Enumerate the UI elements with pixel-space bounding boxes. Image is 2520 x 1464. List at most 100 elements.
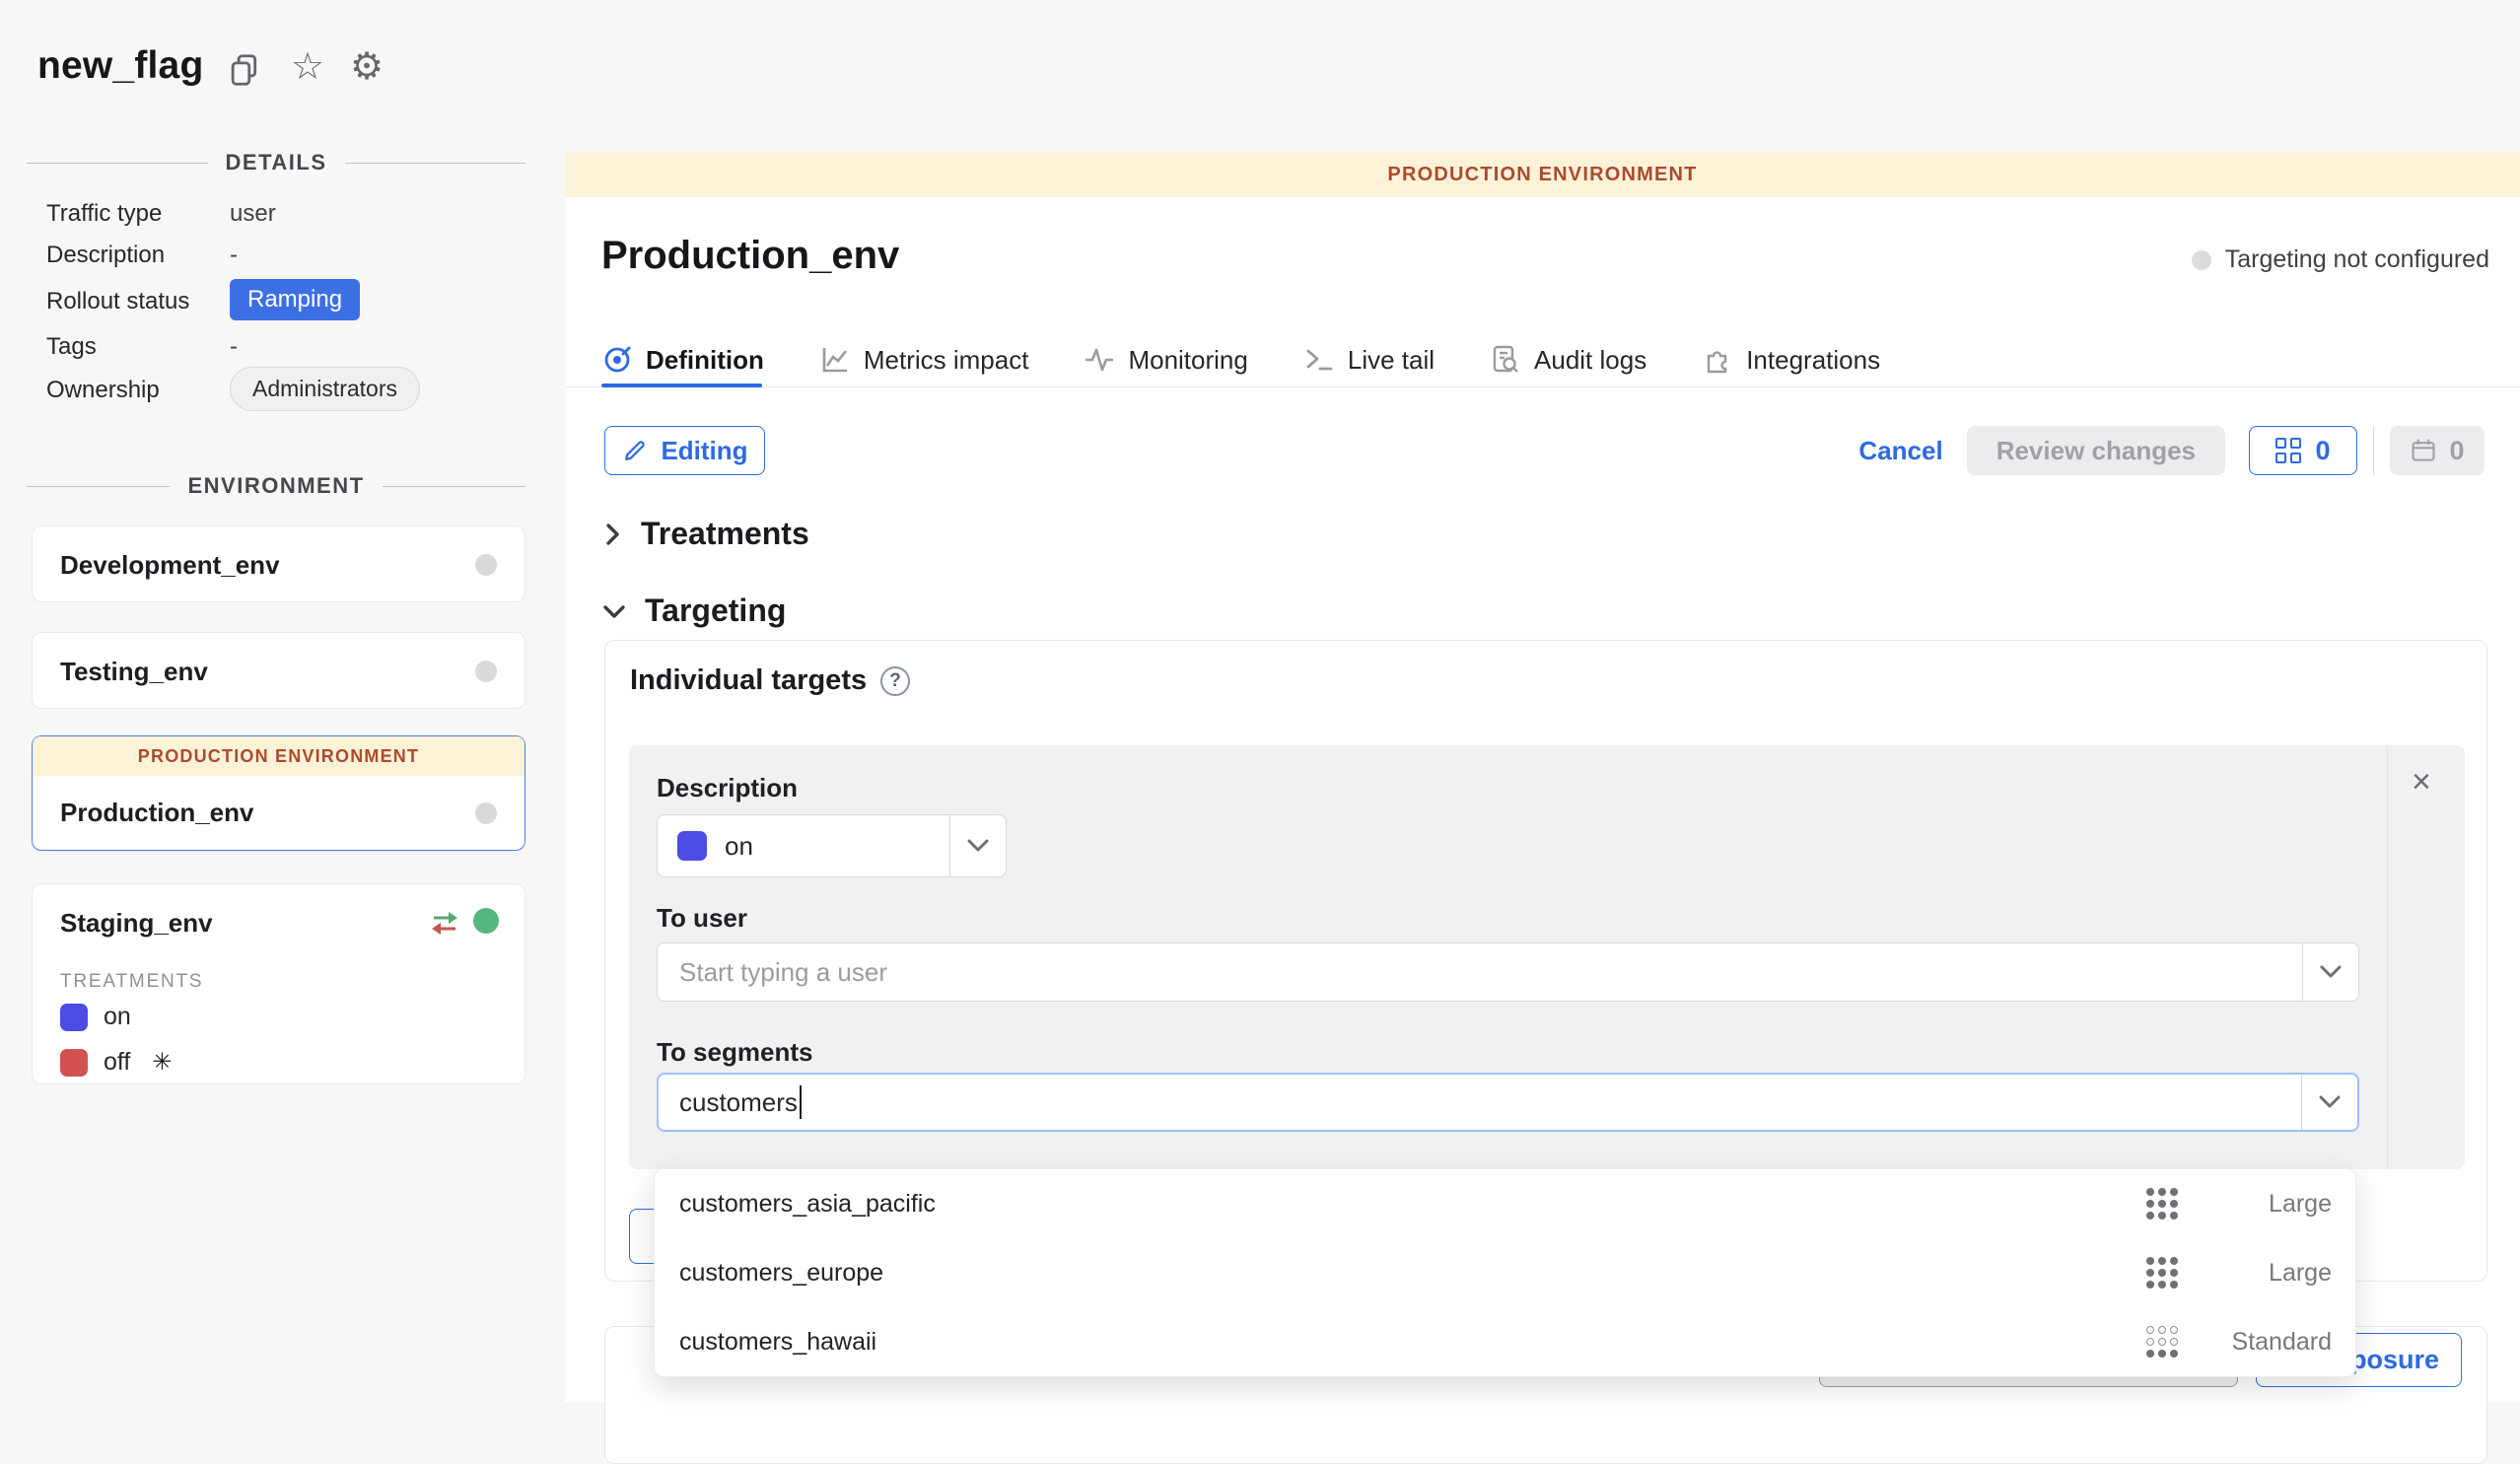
segment-size-label: Large <box>2204 1259 2332 1288</box>
select-chevron-zone[interactable] <box>949 815 1006 876</box>
tab-label: Definition <box>646 345 764 376</box>
production-environment-banner: PRODUCTION ENVIRONMENT <box>565 153 2520 197</box>
select-chevron-zone[interactable] <box>2302 943 2358 1001</box>
to-user-field[interactable] <box>657 942 2359 1002</box>
to-user-input[interactable] <box>658 943 2358 1001</box>
editing-label: Editing <box>661 436 747 466</box>
grid-icon <box>2275 438 2301 463</box>
ownership-pill[interactable]: Administrators <box>230 367 420 411</box>
status-dot-icon <box>2192 250 2211 270</box>
treatments-header-label: TREATMENTS <box>60 971 203 993</box>
star-icon[interactable]: ☆ <box>288 47 327 87</box>
tab-label: Live tail <box>1348 345 1435 376</box>
targeting-status-label: Targeting not configured <box>2225 245 2489 274</box>
env-name: Development_env <box>60 550 280 581</box>
detail-value: user <box>230 200 276 228</box>
treatment-row-off: off ✳ <box>60 1048 172 1077</box>
gear-icon[interactable]: ⚙ <box>347 47 386 87</box>
individual-targets-heading: Individual targets ? <box>630 664 910 697</box>
default-treatment-marker-icon: ✳ <box>152 1048 172 1077</box>
segments-dropdown: customers_asia_pacific Large customers_e… <box>654 1168 2356 1377</box>
divider-line <box>383 486 525 487</box>
chevron-right-icon <box>601 522 623 547</box>
close-icon[interactable]: × <box>2412 765 2431 799</box>
detail-row-tags: Tags - <box>46 333 510 361</box>
divider-line <box>27 163 208 164</box>
cancel-button[interactable]: Cancel <box>1858 436 1942 466</box>
tab-audit-logs[interactable]: Audit logs <box>1490 344 1646 376</box>
help-icon[interactable]: ? <box>880 666 910 696</box>
divider-line <box>345 163 526 164</box>
segment-size-standard-icon <box>2146 1326 2178 1358</box>
detail-label: Ownership <box>46 377 160 403</box>
treatments-section-label: Treatments <box>641 516 809 552</box>
detail-label: Rollout status <box>46 288 189 314</box>
chevron-down-icon <box>965 837 991 855</box>
text-cursor <box>800 1085 802 1119</box>
treatment-on-swatch <box>60 1004 88 1031</box>
changes-count-button[interactable]: 0 <box>2249 426 2357 475</box>
review-changes-button[interactable]: Review changes <box>1967 426 2225 475</box>
segment-name: customers_hawaii <box>679 1328 876 1357</box>
tab-integrations[interactable]: Integrations <box>1702 344 1880 376</box>
treatment-select[interactable]: on <box>657 814 1007 877</box>
segment-option-europe[interactable]: customers_europe Large <box>655 1238 2355 1307</box>
segment-option-asia-pacific[interactable]: customers_asia_pacific Large <box>655 1169 2355 1238</box>
env-status-dot <box>475 554 497 576</box>
detail-row-ownership: Ownership Administrators <box>46 377 510 404</box>
targeting-status: Targeting not configured <box>2192 245 2489 274</box>
env-card-production-selected[interactable]: PRODUCTION ENVIRONMENT Production_env <box>32 735 525 851</box>
treatment-off-swatch <box>60 1049 88 1077</box>
details-header-label: DETAILS <box>226 150 327 175</box>
individual-target-rule-card: × Description on To user To segments cus… <box>629 745 2465 1169</box>
env-card-development[interactable]: Development_env <box>32 525 525 602</box>
divider-line <box>27 486 170 487</box>
treatment-name: on <box>104 1003 131 1031</box>
flag-title: new_flag <box>37 44 203 88</box>
tab-label: Metrics impact <box>864 345 1029 376</box>
page-title: Production_env <box>601 234 899 278</box>
treatments-section-toggle[interactable]: Treatments <box>601 516 809 552</box>
segment-size-label: Standard <box>2204 1328 2332 1357</box>
segment-name: customers_asia_pacific <box>679 1190 936 1219</box>
treatment-name: off <box>104 1048 130 1077</box>
detail-label: Description <box>46 242 165 268</box>
to-segments-field[interactable]: customers <box>657 1073 2359 1132</box>
puzzle-icon <box>1702 344 1733 376</box>
toolbar-right: Cancel Review changes 0 0 <box>1858 426 2485 475</box>
env-name: Production_env <box>60 798 253 828</box>
tab-metrics-impact[interactable]: Metrics impact <box>819 344 1029 376</box>
copy-icon[interactable] <box>225 51 264 91</box>
targeting-section-toggle[interactable]: Targeting <box>601 593 786 629</box>
editing-button[interactable]: Editing <box>604 426 765 475</box>
env-card-staging[interactable]: Staging_env TREATMENTS on off ✳ <box>32 883 525 1084</box>
chevron-down-icon <box>2317 1093 2343 1111</box>
treatment-select-value: on <box>725 831 753 862</box>
env-name: Staging_env <box>60 908 213 939</box>
to-segments-label: To segments <box>657 1037 812 1068</box>
tab-definition[interactable]: Definition <box>601 344 764 376</box>
target-icon <box>601 344 633 376</box>
rule-card-divider <box>2387 745 2388 1169</box>
details-section-header: DETAILS <box>27 150 525 175</box>
env-status-dot <box>475 802 497 824</box>
pencil-icon <box>621 437 649 464</box>
select-chevron-zone[interactable] <box>2301 1075 2357 1130</box>
tab-monitoring[interactable]: Monitoring <box>1084 344 1247 376</box>
calendar-icon <box>2410 437 2437 464</box>
targeting-section-label: Targeting <box>645 593 786 629</box>
detail-value: - <box>230 242 238 269</box>
segment-name: customers_europe <box>679 1259 883 1288</box>
segment-option-hawaii[interactable]: customers_hawaii Standard <box>655 1307 2355 1376</box>
tab-live-tail[interactable]: Live tail <box>1303 344 1435 376</box>
main-panel: PRODUCTION ENVIRONMENT Production_env Ta… <box>565 153 2520 1402</box>
env-card-testing[interactable]: Testing_env <box>32 632 525 709</box>
schedule-count-button[interactable]: 0 <box>2390 426 2485 475</box>
env-active-dot <box>473 908 499 934</box>
individual-targets-label: Individual targets <box>630 664 867 697</box>
detail-row-description: Description - <box>46 242 510 269</box>
active-tab-underline <box>601 383 762 387</box>
to-segments-value: customers <box>679 1087 798 1118</box>
tab-bar: Definition Metrics impact Monitoring Liv… <box>601 335 1880 384</box>
schedule-count: 0 <box>2449 436 2464 466</box>
